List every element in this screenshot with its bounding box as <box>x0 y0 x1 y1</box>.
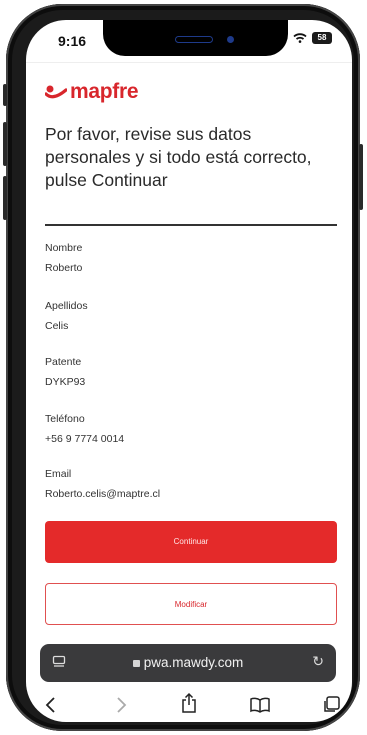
page-title: Por favor, revise sus datos personales y… <box>45 124 312 190</box>
back-icon[interactable] <box>44 696 56 714</box>
field-label: Nombre <box>45 242 83 254</box>
camera-icon <box>227 36 234 43</box>
url-display[interactable]: pwa.mawdy.com <box>40 655 336 670</box>
continue-button[interactable]: Continuar <box>45 521 337 563</box>
field-label: Email <box>45 468 72 480</box>
brand-name: mapfre <box>70 80 139 103</box>
speaker-icon <box>175 36 213 43</box>
field-patente: Patente DYKP93 <box>45 356 85 388</box>
side-button-volume-up <box>3 122 7 166</box>
address-bar[interactable]: pwa.mawdy.com ↻ <box>40 644 336 682</box>
screen: 9:16 58 mapfre Por favor, revise sus dat… <box>26 20 352 722</box>
side-button-volume-down <box>3 176 7 220</box>
wifi-icon <box>293 33 307 43</box>
forward-icon[interactable] <box>116 696 128 714</box>
field-label: Patente <box>45 356 82 368</box>
side-button-power <box>359 144 363 210</box>
field-value: Roberto.celis@maptre.cl <box>45 488 161 500</box>
phone-frame: 9:16 58 mapfre Por favor, revise sus dat… <box>3 4 363 731</box>
mapfre-mark-icon <box>45 85 67 99</box>
field-value: Celis <box>45 320 69 332</box>
battery-icon: 58 <box>312 32 332 44</box>
field-label: Teléfono <box>45 413 85 425</box>
header-divider <box>26 62 352 63</box>
mapfre-logo[interactable]: mapfre <box>45 80 139 104</box>
status-time: 9:16 <box>58 33 87 49</box>
status-indicators: 58 <box>293 32 332 44</box>
reload-icon[interactable]: ↻ <box>312 653 324 670</box>
modify-button[interactable]: Modificar <box>45 583 337 625</box>
field-value: +56 9 7774 0014 <box>45 433 125 445</box>
browser-toolbar <box>26 692 352 722</box>
field-telefono: Teléfono +56 9 7774 0014 <box>45 413 124 445</box>
side-button-silent <box>3 84 7 106</box>
field-apellidos: Apellidos Celis <box>45 300 88 332</box>
field-value: Roberto <box>45 262 83 274</box>
lock-icon <box>132 660 140 667</box>
tab-overview-icon[interactable] <box>322 696 340 714</box>
title-divider <box>45 224 337 226</box>
field-label: Apellidos <box>45 300 88 312</box>
url-text: pwa.mawdy.com <box>143 655 244 670</box>
share-icon[interactable] <box>181 692 197 714</box>
bookmarks-icon[interactable] <box>250 697 270 713</box>
field-value: DYKP93 <box>45 376 86 388</box>
field-nombre: Nombre Roberto <box>45 242 82 274</box>
field-email: Email Roberto.celis@maptre.cl <box>45 468 160 500</box>
notch <box>103 20 288 56</box>
